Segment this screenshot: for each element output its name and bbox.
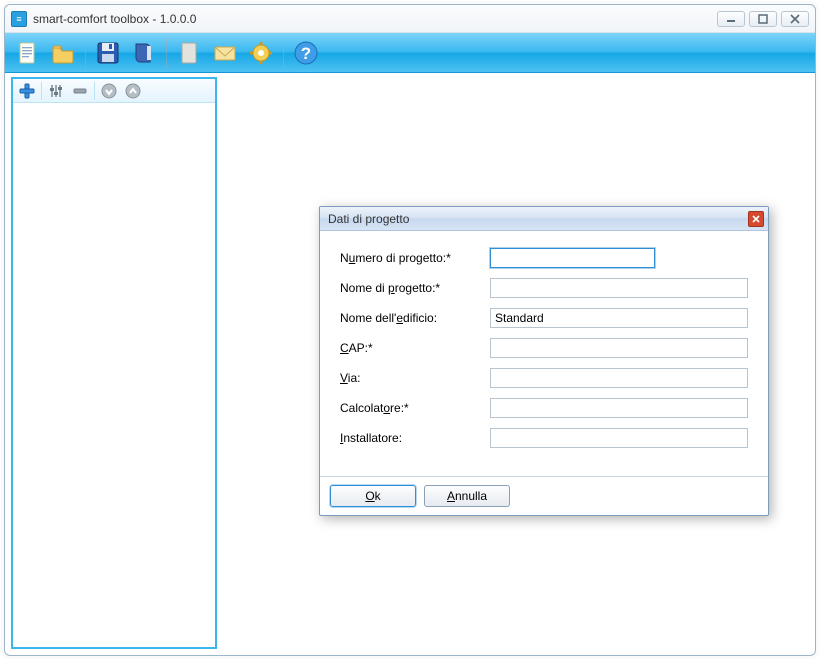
dialog-titlebar[interactable]: Dati di progetto xyxy=(320,207,768,231)
toolbar-book-button[interactable] xyxy=(127,36,161,70)
app-icon: ≡ xyxy=(11,11,27,27)
circle-down-icon xyxy=(101,83,117,99)
project-data-dialog: Dati di progetto Numero di progetto:* No… xyxy=(319,206,769,516)
dialog-title: Dati di progetto xyxy=(328,212,748,226)
input-via[interactable] xyxy=(490,368,748,388)
dialog-body: Numero di progetto:* Nome di progetto:* … xyxy=(320,231,768,465)
input-cap[interactable] xyxy=(490,338,748,358)
dialog-footer: Ok Annulla xyxy=(320,476,768,515)
label-cap: CAP:* xyxy=(340,341,490,355)
input-edificio[interactable] xyxy=(490,308,748,328)
maximize-icon xyxy=(758,14,768,24)
svg-text:?: ? xyxy=(301,44,311,63)
close-button[interactable] xyxy=(781,11,809,27)
window-title: smart-comfort toolbox - 1.0.0.0 xyxy=(33,12,717,26)
floppy-icon xyxy=(95,40,121,66)
titlebar: ≡ smart-comfort toolbox - 1.0.0.0 xyxy=(5,5,815,33)
minus-icon xyxy=(72,83,88,99)
input-installatore[interactable] xyxy=(490,428,748,448)
toolbar-help-button[interactable]: ? xyxy=(289,36,323,70)
input-numero[interactable] xyxy=(490,248,655,268)
page-icon xyxy=(176,40,202,66)
plus-icon xyxy=(19,83,35,99)
dialog-close-button[interactable] xyxy=(748,211,764,227)
file-new-icon xyxy=(14,40,40,66)
book-icon xyxy=(131,40,157,66)
side-minus-button[interactable] xyxy=(69,81,91,101)
side-add-button[interactable] xyxy=(16,81,38,101)
cancel-button[interactable]: Annulla xyxy=(424,485,510,507)
toolbar-page-button[interactable] xyxy=(172,36,206,70)
toolbar-open-button[interactable] xyxy=(46,36,80,70)
toolbar-mail-button[interactable] xyxy=(208,36,242,70)
label-via: Via: xyxy=(340,371,490,385)
field-row-numero: Numero di progetto:* xyxy=(340,247,748,269)
gear-icon xyxy=(248,40,274,66)
field-row-edificio: Nome dell'edificio: xyxy=(340,307,748,329)
side-toolbar xyxy=(13,79,215,103)
input-nome[interactable] xyxy=(490,278,748,298)
help-icon: ? xyxy=(293,40,319,66)
main-toolbar: ? xyxy=(5,33,815,73)
label-nome: Nome di progetto:* xyxy=(340,281,490,295)
close-icon xyxy=(752,215,760,223)
toolbar-settings-button[interactable] xyxy=(244,36,278,70)
field-row-cap: CAP:* xyxy=(340,337,748,359)
window-buttons xyxy=(717,11,809,27)
field-row-via: Via: xyxy=(340,367,748,389)
side-collapse-button[interactable] xyxy=(98,81,120,101)
toolbar-save-button[interactable] xyxy=(91,36,125,70)
sliders-icon xyxy=(48,83,64,99)
minimize-button[interactable] xyxy=(717,11,745,27)
ok-button[interactable]: Ok xyxy=(330,485,416,507)
field-row-calcolatore: Calcolatore:* xyxy=(340,397,748,419)
folder-icon xyxy=(50,40,76,66)
side-expand-button[interactable] xyxy=(122,81,144,101)
main-window: ≡ smart-comfort toolbox - 1.0.0.0 xyxy=(4,4,816,656)
side-sliders-button[interactable] xyxy=(45,81,67,101)
label-edificio: Nome dell'edificio: xyxy=(340,311,490,325)
side-panel xyxy=(11,77,217,649)
input-calcolatore[interactable] xyxy=(490,398,748,418)
close-icon xyxy=(790,14,800,24)
field-row-installatore: Installatore: xyxy=(340,427,748,449)
label-numero: Numero di progetto:* xyxy=(340,251,490,265)
maximize-button[interactable] xyxy=(749,11,777,27)
mail-icon xyxy=(212,40,238,66)
toolbar-new-button[interactable] xyxy=(10,36,44,70)
field-row-nome: Nome di progetto:* xyxy=(340,277,748,299)
label-calcolatore: Calcolatore:* xyxy=(340,401,490,415)
minimize-icon xyxy=(726,15,736,23)
circle-up-icon xyxy=(125,83,141,99)
label-installatore: Installatore: xyxy=(340,431,490,445)
